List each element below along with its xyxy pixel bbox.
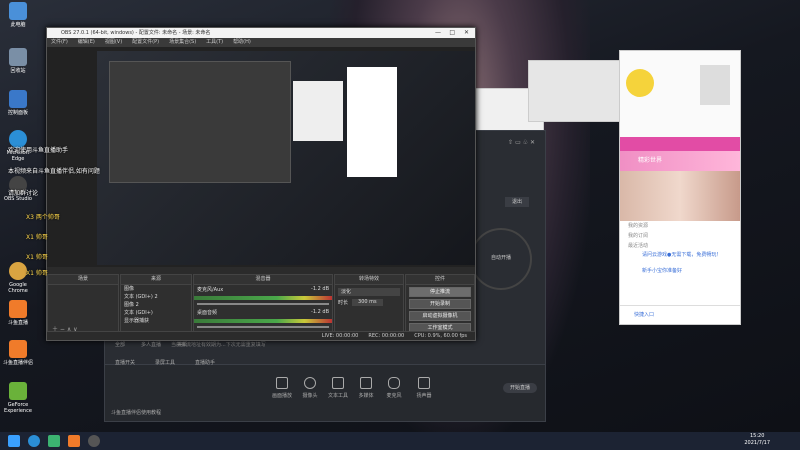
sources-dock: 来源 图像 文本 (GDI+) 2 图像 2 文本 (GDI+) 显示器捕获 (120, 274, 192, 336)
live-room-window[interactable]: 精彩世界 我的资源 我的订阅 最近活动 请问云游戏●无需下载，免费畅玩！ 新手小… (619, 50, 741, 325)
obs-statusbar: LIVE: 00:00:00 REC: 00:00:00 CPU: 0.9%, … (47, 331, 475, 340)
menu-item-subscriptions[interactable]: 我的订阅 (620, 231, 740, 241)
nav-bar[interactable] (620, 137, 740, 151)
chat-message: 请问云游戏●无需下载，免费畅玩！ (642, 252, 722, 258)
desktop-icon-this-pc[interactable]: 此电脑 (0, 2, 36, 28)
tool-speaker[interactable]: 扬声器 (407, 377, 441, 399)
volume-slider[interactable] (197, 326, 329, 328)
controls-dock: 控件 停止推流 开始录制 启动虚拟摄像机 工作室模式 (405, 274, 475, 336)
desktop-icon-douyu-companion[interactable]: 斗鱼直播伴侣 (0, 340, 36, 366)
obs-title: OBS 27.0.1 (64-bit, windows) - 配置文件: 未命名… (61, 30, 211, 36)
desktop-icon-geforce[interactable]: GeForce Experience (0, 382, 36, 414)
scenes-dock: 场景 ＋ − ∧ ∨ (47, 274, 119, 336)
source-item[interactable]: 文本 (GDI+) (121, 309, 191, 317)
audio-meter (194, 319, 332, 323)
menu-item-resources[interactable]: 我的资源 (620, 221, 740, 231)
close-icon[interactable]: ✕ (464, 28, 469, 38)
douyu-icon[interactable] (68, 435, 80, 447)
left-tools: 直播开关 录屏工具 直播助手 (115, 359, 215, 366)
source-item[interactable]: 图像 (121, 285, 191, 293)
menu-item-recent[interactable]: 最近活动 (620, 241, 740, 251)
live-status: LIVE: 00:00:00 (321, 333, 359, 339)
nested-phone-preview (347, 67, 397, 177)
gift-text: X3 两个帅哥 (26, 214, 60, 221)
mixer-channel-db: -1.2 dB (311, 309, 329, 315)
left-tool-helper[interactable]: 直播助手 (195, 359, 215, 366)
background-window[interactable] (528, 60, 622, 122)
left-tool-record[interactable]: 录屏工具 (155, 359, 175, 366)
taskbar: 15:20 2021/7/17 (0, 432, 800, 450)
nested-obs-preview (109, 61, 291, 183)
clock[interactable]: 15:20 2021/7/17 (744, 433, 770, 447)
desktop-icon-douyu[interactable]: 斗鱼直播 (0, 300, 36, 326)
wechat-icon[interactable] (48, 435, 60, 447)
menu-help[interactable]: 帮助(H) (233, 38, 251, 47)
mixer-dock: 混音器 麦克风/Aux -1.2 dB 桌面音频 -1.2 dB (193, 274, 333, 336)
tutorial-link[interactable]: 斗鱼直播伴侣使用教程 (111, 409, 161, 416)
transitions-dock: 转场特效 淡化 时长 300 ms (334, 274, 404, 336)
avatar (626, 69, 654, 97)
gift-text: X1 帅哥 (26, 254, 48, 261)
mixer-channel-db: -1.2 dB (311, 286, 329, 292)
banner[interactable]: 精彩世界 (620, 151, 740, 171)
desktop-icon-chrome[interactable]: Google Chrome (0, 262, 36, 294)
obs-titlebar[interactable]: OBS 27.0.1 (64-bit, windows) - 配置文件: 未命名… (47, 28, 475, 38)
gift-text: X1 帅哥 (26, 234, 48, 241)
mixer-channel-name: 麦克风/Aux (197, 287, 224, 293)
menu-view[interactable]: 视图(V) (105, 38, 122, 47)
preview-canvas (97, 51, 475, 265)
overlay-text: 本视频来自斗鱼直播伴侣,如有问题 (8, 168, 100, 175)
mixer-channel-name: 桌面音频 (197, 310, 218, 316)
left-tool-switch[interactable]: 直播开关 (115, 359, 135, 366)
overlay-text: 请加群讨论 (8, 190, 39, 197)
obs-window[interactable]: OBS 27.0.1 (64-bit, windows) - 配置文件: 未命名… (46, 27, 476, 341)
desktop: 此电脑 回收站 控制面板 Microsoft Edge OBS Studio G… (0, 0, 800, 432)
audio-meter (194, 296, 332, 300)
cpu-status: CPU: 0.9%, 60.00 fps (414, 333, 467, 339)
desktop-icon-control-panel[interactable]: 控制面板 (0, 90, 36, 116)
tab-all[interactable]: 全部 (115, 341, 125, 348)
duration-input[interactable]: 300 ms (352, 299, 383, 306)
overlay-text: 欢迎使用斗鱼直播助手 (8, 147, 69, 154)
source-item[interactable]: 图像 2 (121, 301, 191, 309)
profile-header (620, 51, 740, 137)
auto-live-circle[interactable]: 自动开播 (470, 228, 532, 290)
obs-icon[interactable] (88, 435, 100, 447)
gift-text: X1 帅哥 (26, 270, 48, 277)
menu-file[interactable]: 文件(F) (51, 38, 68, 47)
stream-tabs: 全部 多人直播 美颜 (115, 341, 187, 348)
window-controls[interactable]: ⇧ ▭ ♧ ✕ (508, 139, 535, 146)
nested-window-preview (293, 81, 343, 141)
virtual-camera-button[interactable]: 启动虚拟摄像机 (409, 311, 471, 321)
start-icon[interactable] (8, 435, 20, 447)
tab-beauty[interactable]: 美颜 (177, 341, 187, 348)
desktop-icon-recycle-bin[interactable]: 回收站 (0, 48, 36, 74)
chat-message: 新手小宝你准备好 (642, 268, 683, 274)
menu-edit[interactable]: 编辑(E) (78, 38, 95, 47)
photo-strip[interactable] (620, 171, 740, 221)
stop-streaming-button[interactable]: 停止推流 (409, 287, 471, 297)
start-recording-button[interactable]: 开始录制 (409, 299, 471, 309)
menu-scene-collection[interactable]: 场景集合(S) (169, 38, 196, 47)
obs-preview[interactable] (47, 47, 475, 267)
streamer-photo (700, 65, 730, 105)
menu-profile[interactable]: 配置文件(P) (132, 38, 159, 47)
minimize-icon[interactable]: — (435, 28, 441, 38)
volume-slider[interactable] (197, 303, 329, 305)
tab-multi[interactable]: 多人直播 (141, 341, 161, 348)
source-item[interactable]: 文本 (GDI+) 2 (121, 293, 191, 301)
quick-entry[interactable]: 快捷入口 (620, 305, 740, 324)
edge-icon[interactable] (28, 435, 40, 447)
source-item[interactable]: 显示器捕获 (121, 317, 191, 325)
obs-menubar: 文件(F) 编辑(E) 视图(V) 配置文件(P) 场景集合(S) 工具(T) … (47, 38, 475, 47)
start-live-button[interactable]: 开始直播 (503, 383, 537, 393)
menu-tools[interactable]: 工具(T) (206, 38, 223, 47)
stream-toolbar: 画面播放 摄像头 文本工具 多媒体 麦克风 扬声器 开始直播 斗鱼直播伴侣使用教… (105, 364, 545, 421)
tool-mic[interactable]: 麦克风 (377, 377, 411, 399)
transition-select[interactable]: 淡化 (338, 288, 400, 296)
maximize-icon[interactable]: □ (449, 28, 455, 38)
exit-button[interactable]: 退出 (505, 197, 529, 207)
rec-status: REC: 00:00:00 (368, 333, 405, 339)
